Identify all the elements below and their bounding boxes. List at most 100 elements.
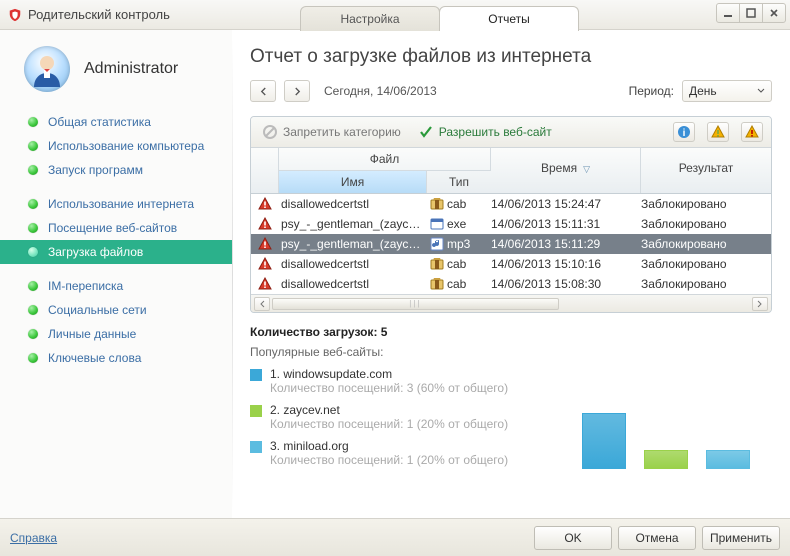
site-domain: 1. windowsupdate.com [270, 367, 508, 381]
chart-bar [706, 450, 750, 469]
deny-category-button[interactable]: Запретить категорию [259, 123, 405, 141]
warn-button-2[interactable] [741, 122, 763, 142]
filetype-icon [427, 277, 447, 291]
app-shield-icon [8, 8, 22, 22]
cell-result: Заблокировано [641, 197, 771, 211]
table-row[interactable]: psy_-_gentleman_(zaycev…exe14/06/2013 15… [251, 214, 771, 234]
scroll-left-button[interactable] [254, 297, 270, 311]
sidebar-item-label: Ключевые слова [48, 351, 141, 365]
sidebar-item-2[interactable]: Запуск программ [0, 158, 232, 182]
alert-icon [258, 197, 272, 211]
period-select[interactable]: День [682, 80, 772, 102]
cell-type: cab [447, 277, 491, 291]
list-item: 3. miniload.orgКоличество посещений: 1 (… [250, 439, 572, 467]
table-row[interactable]: disallowedcertstl cab14/06/2013 15:24:47З… [251, 194, 771, 214]
status-dot-icon [28, 353, 38, 363]
date-prev-button[interactable] [250, 80, 276, 102]
table-row[interactable]: disallowedcertstlcab14/06/2013 15:08:30З… [251, 274, 771, 294]
sort-desc-icon: ▽ [583, 164, 590, 174]
cancel-button[interactable]: Отмена [618, 526, 696, 550]
date-next-button[interactable] [284, 80, 310, 102]
cell-name: psy_-_gentleman_(zaycev… [279, 217, 427, 231]
cell-type: cab [447, 257, 491, 271]
col-name[interactable]: Имя [279, 171, 427, 193]
deny-icon [263, 125, 277, 139]
site-domain: 2. zaycev.net [270, 403, 508, 417]
scroll-thumb[interactable]: ||| [272, 298, 559, 310]
cell-result: Заблокировано [641, 277, 771, 291]
sidebar-item-6[interactable]: IM-переписка [0, 274, 232, 298]
sidebar-item-0[interactable]: Общая статистика [0, 110, 232, 134]
scroll-right-button[interactable] [752, 297, 768, 311]
sidebar-item-8[interactable]: Личные данные [0, 322, 232, 346]
cell-type: exe [447, 217, 491, 231]
help-link[interactable]: Справка [10, 531, 57, 545]
tab-settings[interactable]: Настройка [300, 6, 440, 31]
sidebar-item-label: Использование интернета [48, 197, 194, 211]
alert-icon [258, 277, 272, 291]
table-row[interactable]: psy_-_gentleman_(zaycev…mp314/06/2013 15… [251, 234, 771, 254]
col-time[interactable]: Время▽ [491, 148, 641, 193]
tab-reports[interactable]: Отчеты [439, 6, 579, 31]
chart-bar [582, 413, 626, 469]
status-dot-icon [28, 223, 38, 233]
sidebar-item-3[interactable]: Использование интернета [0, 192, 232, 216]
horizontal-scrollbar[interactable]: ||| [251, 294, 771, 312]
site-meta: Количество посещений: 1 (20% от общего) [270, 417, 508, 431]
sidebar-item-1[interactable]: Использование компьютера [0, 134, 232, 158]
site-domain: 3. miniload.org [270, 439, 508, 453]
filetype-icon [427, 197, 447, 211]
sidebar-item-label: Социальные сети [48, 303, 147, 317]
sidebar-item-label: Личные данные [48, 327, 136, 341]
maximize-button[interactable] [739, 3, 763, 23]
sidebar-item-5[interactable]: Загрузка файлов [0, 240, 232, 264]
sidebar-item-label: Посещение веб-сайтов [48, 221, 177, 235]
alert-icon [258, 237, 272, 251]
col-result[interactable]: Результат [641, 148, 771, 193]
filetype-icon [427, 257, 447, 271]
date-label: Сегодня, 14/06/2013 [324, 84, 437, 98]
col-type[interactable]: Тип [427, 171, 491, 193]
window-title: Родительский контроль [28, 7, 170, 22]
table-row[interactable]: disallowedcertstl cab14/06/2013 15:10:16З… [251, 254, 771, 274]
user-name: Administrator [84, 60, 178, 78]
sidebar-item-9[interactable]: Ключевые слова [0, 346, 232, 370]
info-button[interactable]: i [673, 122, 695, 142]
status-dot-icon [28, 165, 38, 175]
cell-name: disallowedcertstl [279, 197, 427, 211]
sidebar-item-7[interactable]: Социальные сети [0, 298, 232, 322]
page-title: Отчет о загрузке файлов из интернета [250, 46, 772, 68]
list-item: 2. zaycev.netКоличество посещений: 1 (20… [250, 403, 572, 431]
allow-site-button[interactable]: Разрешить веб-сайт [415, 123, 556, 141]
cell-type: cab [447, 197, 491, 211]
close-button[interactable] [762, 3, 786, 23]
filetype-icon [427, 237, 447, 251]
list-item: 1. windowsupdate.comКоличество посещений… [250, 367, 572, 395]
cell-result: Заблокировано [641, 237, 771, 251]
avatar [24, 46, 70, 92]
minimize-button[interactable] [716, 3, 740, 23]
ok-button[interactable]: OK [534, 526, 612, 550]
cell-name: disallowedcertstl [279, 257, 427, 271]
site-color-icon [250, 369, 262, 381]
cell-name: psy_-_gentleman_(zaycev… [279, 237, 427, 251]
sidebar-item-label: Запуск программ [48, 163, 143, 177]
warn-button-1[interactable] [707, 122, 729, 142]
status-dot-icon [28, 141, 38, 151]
status-dot-icon [28, 199, 38, 209]
chart-bar [644, 450, 688, 469]
col-icon[interactable] [251, 148, 279, 193]
site-meta: Количество посещений: 1 (20% от общего) [270, 453, 508, 467]
sidebar-item-label: Общая статистика [48, 115, 151, 129]
col-file-group: Файл [279, 148, 491, 170]
cell-time: 14/06/2013 15:10:16 [491, 257, 641, 271]
apply-button[interactable]: Применить [702, 526, 780, 550]
sidebar-item-label: Использование компьютера [48, 139, 204, 153]
cell-result: Заблокировано [641, 257, 771, 271]
sidebar-item-4[interactable]: Посещение веб-сайтов [0, 216, 232, 240]
status-dot-icon [28, 117, 38, 127]
sites-bar-chart [582, 325, 772, 475]
site-color-icon [250, 405, 262, 417]
sidebar-item-label: Загрузка файлов [48, 245, 143, 259]
cell-time: 14/06/2013 15:24:47 [491, 197, 641, 211]
